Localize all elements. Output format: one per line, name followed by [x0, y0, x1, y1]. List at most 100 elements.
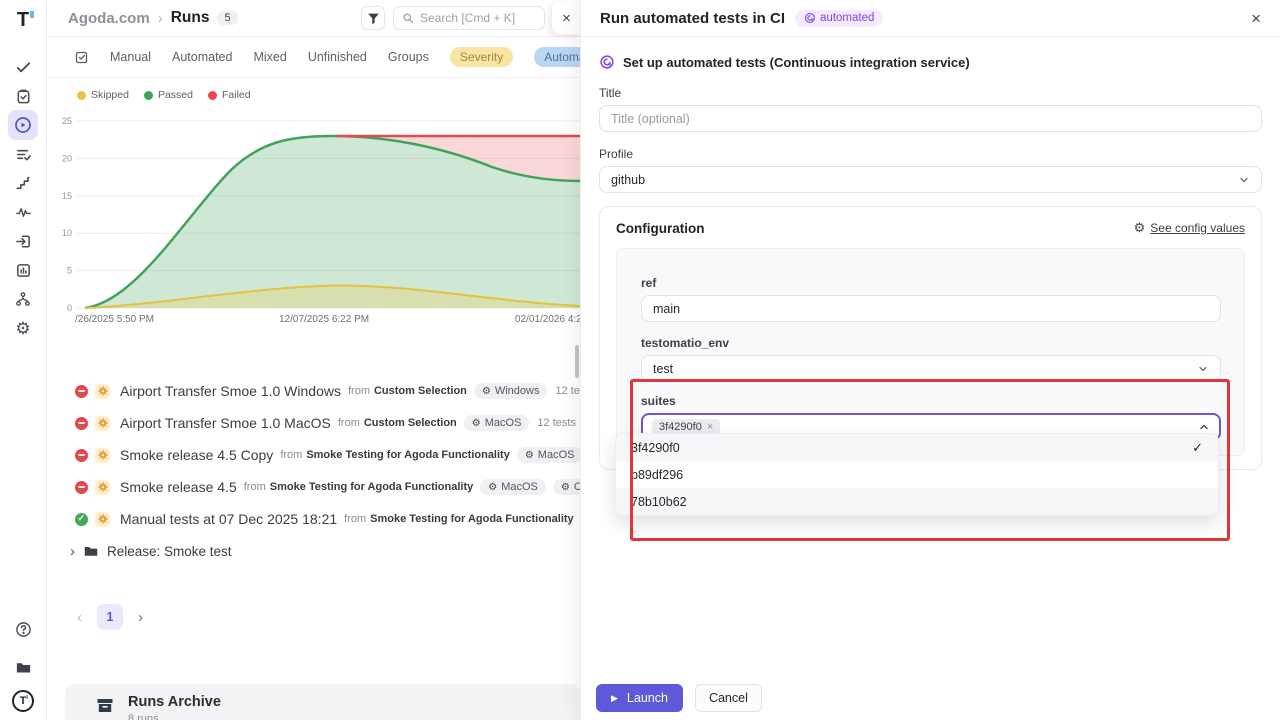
tab-groups[interactable]: Groups: [388, 50, 429, 64]
gear-icon: ⚙: [482, 386, 491, 397]
settings-gear-icon[interactable]: ⚙: [8, 313, 38, 343]
drawer-footer: ▶ Launch Cancel: [596, 684, 762, 712]
report-chart-icon[interactable]: [8, 255, 38, 285]
env-badge: ⚙MacOS: [464, 415, 530, 431]
run-title[interactable]: Airport Transfer Smoe 1.0 Windows: [120, 383, 341, 399]
spark-icon: [95, 448, 110, 463]
severity-pill[interactable]: Severity: [450, 47, 513, 67]
tab-unfinished[interactable]: Unfinished: [308, 50, 367, 64]
config-fields-panel: ref main testomatio_env test suites 3f42…: [616, 248, 1245, 456]
import-icon[interactable]: [8, 226, 38, 256]
env-badge: ⚙Chrome: [553, 479, 580, 495]
title-input-placeholder: Title (optional): [611, 112, 690, 126]
failed-status-icon: [75, 481, 88, 494]
release-folder-row[interactable]: › Release: Smoke test: [47, 535, 580, 567]
tests-count: 12 tests: [555, 385, 580, 397]
ref-input[interactable]: main: [641, 295, 1221, 322]
steps-icon[interactable]: [8, 168, 38, 198]
env-field-label: testomatio_env: [641, 336, 1221, 350]
run-row[interactable]: Smoke release 4.5 from Smoke Testing for…: [47, 471, 580, 503]
suites-dropdown: 3f4290f0 ✓ b89df296 78b10b62: [615, 433, 1219, 516]
runs-filter-tabs: Manual Automated Mixed Unfinished Groups…: [47, 37, 580, 78]
drawer-close-handle[interactable]: ×: [552, 2, 581, 34]
page-1-button[interactable]: 1: [97, 604, 123, 630]
gear-icon: ⚙: [525, 450, 534, 461]
spark-icon: [95, 512, 110, 527]
search-input[interactable]: Search [Cmd + K]: [393, 6, 545, 30]
from-label: from: [280, 449, 302, 461]
testomatio-env-select[interactable]: test: [641, 355, 1221, 382]
run-title[interactable]: Manual tests at 07 Dec 2025 18:21: [120, 511, 337, 527]
tab-manual[interactable]: Manual: [110, 50, 151, 64]
breadcrumb-page[interactable]: Runs: [171, 9, 210, 27]
from-label: from: [338, 417, 360, 429]
top-bar: Agoda.com › Runs 5 Search [Cmd + K]: [47, 0, 580, 37]
tasks-check-icon[interactable]: [8, 52, 38, 82]
automation-icon: [599, 54, 615, 70]
clipboard-check-icon[interactable]: [8, 81, 38, 111]
run-row[interactable]: Smoke release 4.5 Copy from Smoke Testin…: [47, 439, 580, 471]
ref-input-value: main: [653, 302, 680, 316]
select-runs-icon[interactable]: [74, 50, 89, 65]
y-tick-25: 25: [62, 116, 72, 126]
run-row[interactable]: Airport Transfer Smoe 1.0 MacOS from Cus…: [47, 407, 580, 439]
legend-skipped: Skipped: [77, 89, 129, 101]
run-title[interactable]: Airport Transfer Smoe 1.0 MacOS: [120, 415, 331, 431]
runs-archive-section[interactable]: Runs Archive 8 runs: [65, 684, 580, 720]
x-axis-labels: /26/2025 5:50 PM 12/07/2025 6:22 PM 02/0…: [47, 314, 580, 328]
projects-folder-icon[interactable]: [8, 652, 38, 682]
x-label-start: /26/2025 5:50 PM: [75, 314, 154, 325]
user-avatar[interactable]: T: [12, 690, 34, 712]
run-source[interactable]: Custom Selection: [364, 417, 457, 429]
suite-option[interactable]: b89df296: [616, 461, 1218, 488]
title-input[interactable]: Title (optional): [599, 105, 1262, 132]
run-source[interactable]: Custom Selection: [374, 385, 467, 397]
help-icon[interactable]: [8, 614, 38, 644]
y-tick-0: 0: [67, 303, 72, 311]
prev-page-button[interactable]: ‹: [77, 609, 82, 626]
gear-icon: ⚙: [561, 482, 570, 493]
run-source[interactable]: Smoke Testing for Agoda Functionality: [370, 513, 574, 525]
run-row[interactable]: Airport Transfer Smoe 1.0 Windows from C…: [47, 375, 580, 407]
branch-icon[interactable]: [8, 284, 38, 314]
run-source[interactable]: Smoke Testing for Agoda Functionality: [306, 449, 510, 461]
see-config-values-link[interactable]: ⚙ See config values: [1134, 220, 1245, 236]
list-check-icon[interactable]: [8, 139, 38, 169]
from-label: from: [344, 513, 366, 525]
activity-pulse-icon[interactable]: [8, 197, 38, 227]
tab-automated[interactable]: Automated: [172, 50, 232, 64]
filter-button[interactable]: [361, 6, 385, 30]
main-scrollbar-thumb[interactable]: [575, 345, 579, 378]
chip-remove-icon[interactable]: ×: [707, 421, 713, 433]
next-page-button[interactable]: ›: [138, 609, 143, 626]
run-title[interactable]: Smoke release 4.5: [120, 479, 237, 495]
env-badge: ⚙Windows: [474, 383, 548, 399]
automated-badge: automated: [795, 10, 883, 27]
chevron-right-icon[interactable]: ›: [70, 544, 75, 559]
gear-icon: ⚙: [488, 482, 497, 493]
profile-select[interactable]: github: [599, 166, 1262, 193]
runs-trend-chart: Skipped Passed Failed 25 20 15 10 5 0 /2…: [47, 78, 580, 333]
automation-icon: [804, 12, 816, 24]
folder-title[interactable]: Release: Smoke test: [107, 544, 232, 559]
env-badge: ⚙MacOS: [517, 447, 580, 463]
y-tick-15: 15: [62, 191, 72, 201]
failed-status-icon: [75, 417, 88, 430]
profile-field-label: Profile: [599, 147, 1262, 161]
tab-mixed[interactable]: Mixed: [253, 50, 286, 64]
app-logo[interactable]: T: [17, 10, 29, 30]
x-label-mid: 12/07/2025 6:22 PM: [279, 314, 369, 325]
section-title: Set up automated tests (Continuous integ…: [623, 55, 970, 70]
suite-option[interactable]: 3f4290f0 ✓: [616, 434, 1218, 461]
cancel-button[interactable]: Cancel: [695, 684, 762, 712]
breadcrumb-project[interactable]: Agoda.com: [68, 10, 150, 27]
runs-play-circle-icon[interactable]: [8, 110, 38, 140]
run-row[interactable]: Manual tests at 07 Dec 2025 18:21 from S…: [47, 503, 580, 535]
launch-button[interactable]: ▶ Launch: [596, 684, 683, 712]
suite-option[interactable]: 78b10b62: [616, 488, 1218, 515]
run-title[interactable]: Smoke release 4.5 Copy: [120, 447, 273, 463]
funnel-icon: [367, 12, 380, 25]
spark-icon: [95, 384, 110, 399]
run-source[interactable]: Smoke Testing for Agoda Functionality: [270, 481, 474, 493]
drawer-close-button[interactable]: ×: [1251, 10, 1261, 27]
